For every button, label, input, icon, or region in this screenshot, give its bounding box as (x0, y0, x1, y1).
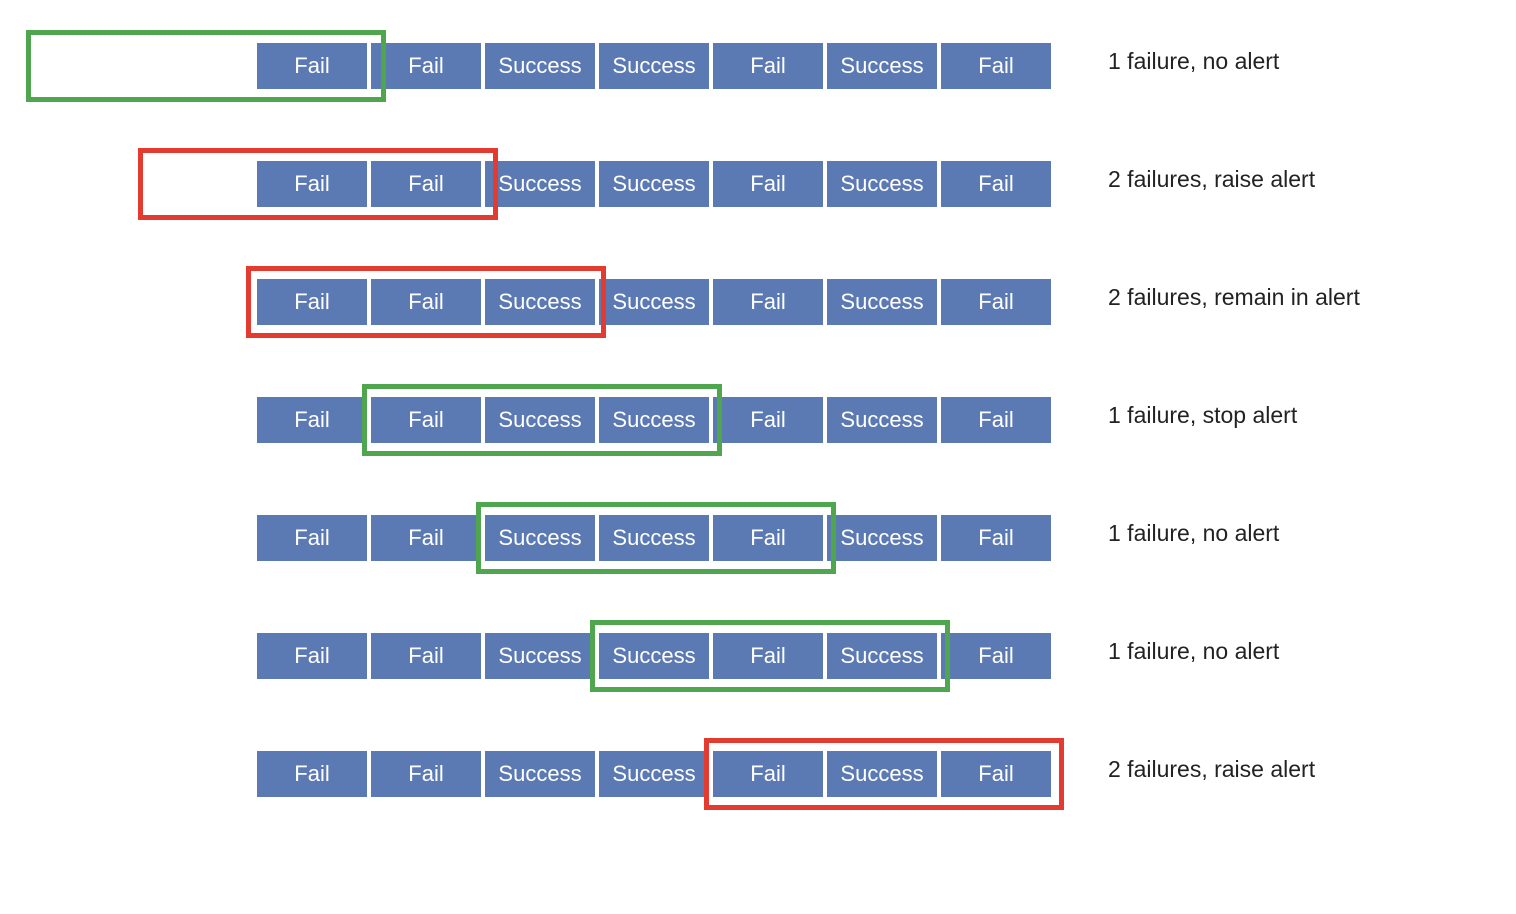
status-cell: Fail (256, 514, 368, 562)
status-cell: Fail (712, 278, 824, 326)
sliding-window-highlight (476, 502, 836, 574)
status-cell: Fail (370, 632, 482, 680)
status-cell: Success (826, 160, 938, 208)
status-cell: Success (826, 396, 938, 444)
status-cell: Success (826, 278, 938, 326)
status-cell: Fail (940, 42, 1052, 90)
status-cell: Fail (256, 750, 368, 798)
status-cell: Fail (712, 42, 824, 90)
sliding-window-highlight (704, 738, 1064, 810)
status-cell: Success (826, 514, 938, 562)
status-cell: Success (598, 160, 710, 208)
status-cell: Fail (940, 632, 1052, 680)
row-caption: 2 failures, raise alert (1108, 756, 1315, 783)
sliding-window-highlight (246, 266, 606, 338)
row-caption: 2 failures, remain in alert (1108, 284, 1360, 311)
status-cell: Success (484, 750, 596, 798)
status-cell: Fail (940, 160, 1052, 208)
row-caption: 2 failures, raise alert (1108, 166, 1315, 193)
status-cell: Fail (712, 396, 824, 444)
sliding-window-highlight (590, 620, 950, 692)
status-cell: Fail (370, 750, 482, 798)
sliding-window-highlight (138, 148, 498, 220)
status-cell: Success (598, 42, 710, 90)
row-caption: 1 failure, stop alert (1108, 402, 1297, 429)
sliding-window-highlight (362, 384, 722, 456)
status-cell: Success (826, 42, 938, 90)
status-cell: Fail (940, 396, 1052, 444)
status-cell: Success (598, 278, 710, 326)
status-cell: Success (484, 632, 596, 680)
status-cell: Fail (712, 160, 824, 208)
status-cell: Success (484, 42, 596, 90)
row-caption: 1 failure, no alert (1108, 48, 1279, 75)
sliding-window-highlight (26, 30, 386, 102)
status-cell: Fail (370, 42, 482, 90)
row-caption: 1 failure, no alert (1108, 638, 1279, 665)
row-caption: 1 failure, no alert (1108, 520, 1279, 547)
status-cell: Fail (256, 632, 368, 680)
status-cell: Success (598, 750, 710, 798)
status-cell: Fail (940, 278, 1052, 326)
status-cell: Fail (370, 514, 482, 562)
status-cell: Fail (940, 514, 1052, 562)
status-cell: Success (484, 160, 596, 208)
status-cell: Fail (256, 396, 368, 444)
